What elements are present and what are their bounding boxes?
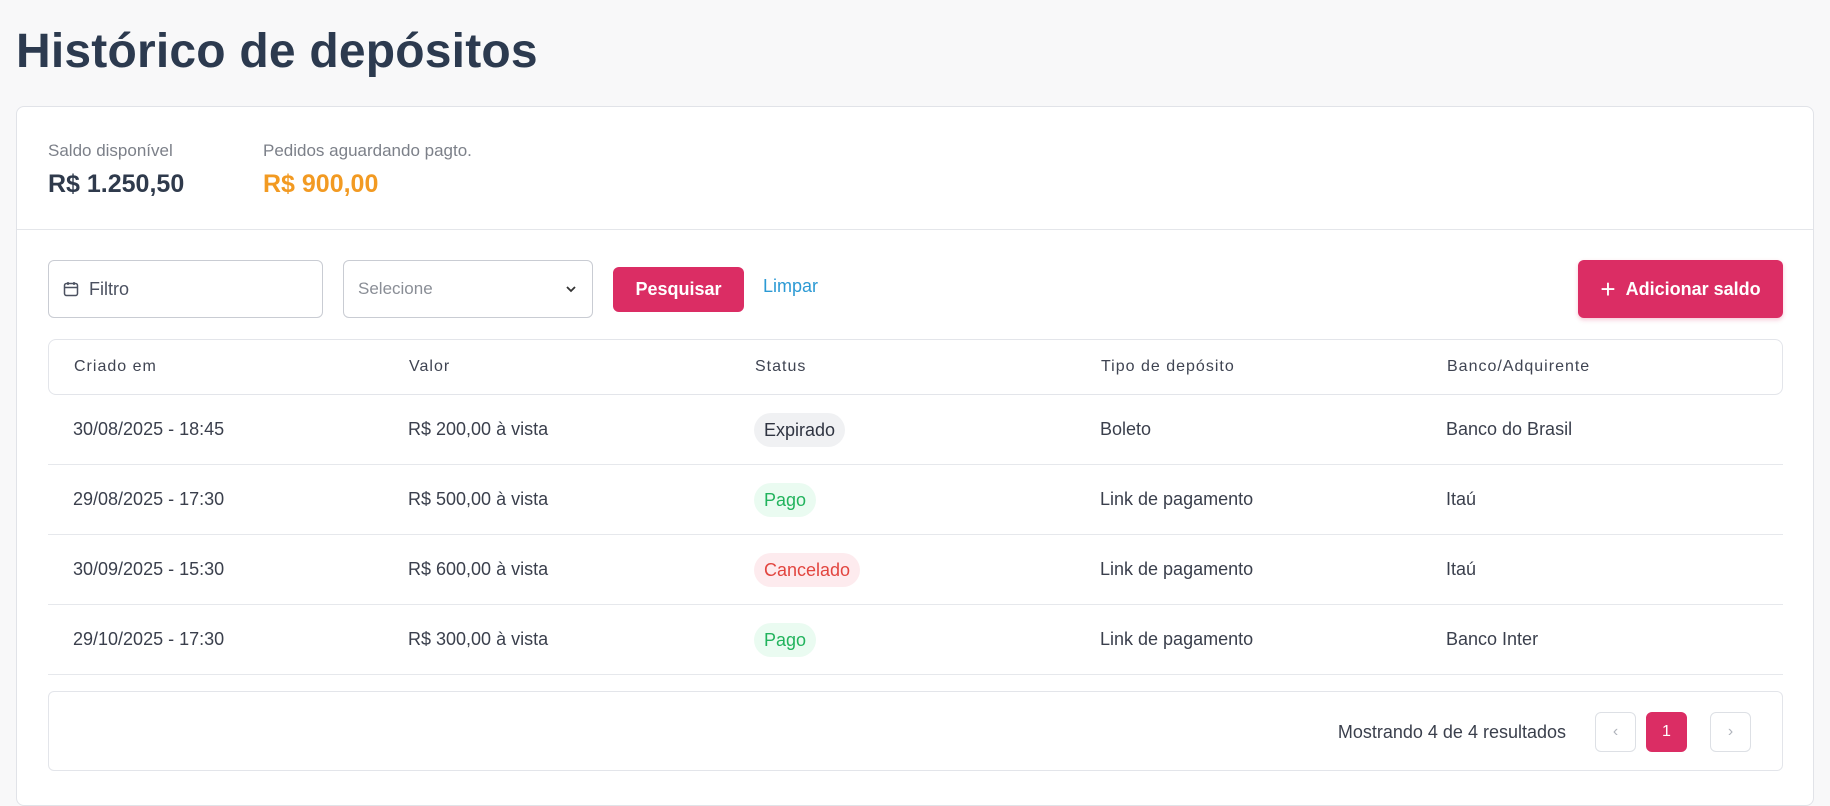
- results-summary: Mostrando 4 de 4 resultados: [1337, 722, 1566, 742]
- cell-bank: Banco do Brasil: [1446, 419, 1573, 439]
- prev-page-button[interactable]: ‹: [1595, 712, 1636, 752]
- plus-icon: +: [1600, 274, 1616, 304]
- chevron-down-icon: [566, 286, 576, 293]
- column-created[interactable]: Criado em: [74, 358, 157, 376]
- page-1-button[interactable]: 1: [1646, 712, 1687, 752]
- cell-created: 30/08/2025 - 18:45: [73, 419, 225, 439]
- cell-deposit-type: Link de pagamento: [1100, 489, 1254, 509]
- pending-orders-label: Pedidos aguardando pagto.: [263, 141, 472, 160]
- cell-deposit-type: Boleto: [1100, 419, 1152, 439]
- filter-toolbar: Filtro Selecione Pesquisar Limpar + Adic…: [17, 260, 1813, 320]
- column-deposit-type[interactable]: Tipo de depósito: [1101, 358, 1235, 376]
- cell-value: R$ 500,00 à vista: [408, 489, 549, 509]
- date-filter-input[interactable]: Filtro: [48, 260, 323, 318]
- cell-deposit-type: Link de pagamento: [1100, 559, 1254, 579]
- available-balance-value: R$ 1.250,50: [48, 170, 185, 198]
- status-select[interactable]: Selecione: [343, 260, 593, 318]
- cell-created: 29/08/2025 - 17:30: [73, 489, 225, 509]
- deposits-card: Saldo disponível R$ 1.250,50 Pedidos agu…: [16, 106, 1814, 806]
- date-filter-placeholder: Filtro: [89, 278, 129, 299]
- column-bank[interactable]: Banco/Adquirente: [1447, 358, 1590, 376]
- cell-bank: Itaú: [1446, 559, 1477, 579]
- search-button[interactable]: Pesquisar: [613, 267, 744, 312]
- table-row[interactable]: 29/10/2025 - 17:30 R$ 300,00 à vista Pag…: [48, 605, 1783, 675]
- deposits-table: Criado em Valor Status Tipo de depósito …: [48, 339, 1783, 675]
- clear-button[interactable]: Limpar: [763, 276, 818, 297]
- status-badge: Pago: [754, 482, 817, 517]
- status-badge: Expirado: [754, 412, 846, 447]
- pending-orders: Pedidos aguardando pagto. R$ 900,00: [263, 141, 472, 199]
- cell-value: R$ 200,00 à vista: [408, 419, 549, 439]
- cell-created: 29/10/2025 - 17:30: [73, 629, 225, 649]
- add-balance-label: Adicionar saldo: [1625, 278, 1761, 299]
- cell-value: R$ 300,00 à vista: [408, 629, 549, 649]
- add-balance-button[interactable]: + Adicionar saldo: [1578, 260, 1783, 318]
- status-badge: Cancelado: [754, 552, 861, 587]
- balance-summary: Saldo disponível R$ 1.250,50 Pedidos agu…: [17, 107, 1813, 230]
- chevron-right-icon: ›: [1727, 723, 1734, 740]
- calendar-icon: [63, 282, 79, 297]
- pending-orders-value: R$ 900,00: [263, 170, 379, 198]
- column-value[interactable]: Valor: [409, 358, 450, 376]
- next-page-button[interactable]: ›: [1710, 712, 1751, 752]
- available-balance: Saldo disponível R$ 1.250,50: [48, 141, 184, 199]
- cell-value: R$ 600,00 à vista: [408, 559, 549, 579]
- chevron-left-icon: ‹: [1612, 723, 1619, 740]
- available-balance-label: Saldo disponível: [48, 141, 173, 160]
- table-row[interactable]: 29/08/2025 - 17:30 R$ 500,00 à vista Pag…: [48, 465, 1783, 535]
- cell-bank: Itaú: [1446, 489, 1477, 509]
- table-header: Criado em Valor Status Tipo de depósito …: [48, 339, 1783, 395]
- page-title: Histórico de depósitos: [16, 25, 538, 78]
- pagination-footer: Mostrando 4 de 4 resultados ‹ 1 ›: [48, 691, 1783, 771]
- status-select-placeholder: Selecione: [358, 279, 433, 298]
- column-status[interactable]: Status: [755, 358, 806, 376]
- cell-deposit-type: Link de pagamento: [1100, 629, 1254, 649]
- cell-created: 30/09/2025 - 15:30: [73, 559, 225, 579]
- status-badge: Pago: [754, 622, 817, 657]
- table-row[interactable]: 30/09/2025 - 15:30 R$ 600,00 à vista Can…: [48, 535, 1783, 605]
- cell-bank: Banco Inter: [1446, 629, 1539, 649]
- table-row[interactable]: 30/08/2025 - 18:45 R$ 200,00 à vista Exp…: [48, 395, 1783, 465]
